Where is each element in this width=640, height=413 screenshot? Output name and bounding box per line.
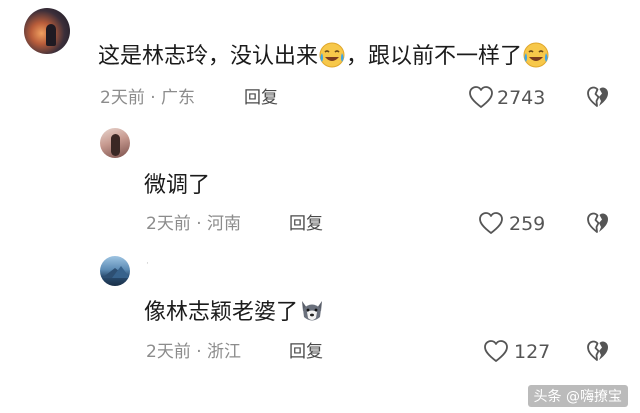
comment-location: 广东 — [161, 88, 196, 108]
reply-text: 像林志颖老婆了 — [144, 297, 326, 327]
tears-of-joy-emoji-icon — [319, 42, 345, 68]
username-mark: · — [146, 259, 149, 269]
heart-outline-icon[interactable] — [468, 85, 494, 109]
meta-separator: · — [196, 214, 202, 234]
broken-heart-icon[interactable] — [586, 211, 610, 235]
reply-time: 2天前 — [146, 342, 191, 362]
reply-text-part: 像林志颖老婆了 — [144, 300, 299, 325]
reply-location: 浙江 — [207, 342, 242, 362]
commenter-avatar[interactable] — [24, 8, 70, 54]
reply-meta: 2天前 · 浙江 — [146, 341, 241, 363]
reply-button[interactable]: 回复 — [289, 341, 323, 363]
watermark-source: 头条 — [533, 389, 562, 405]
broken-heart-icon[interactable] — [586, 339, 610, 363]
like-count: 2743 — [497, 87, 546, 109]
heart-outline-icon[interactable] — [483, 339, 509, 363]
reply-meta: 2天前 · 河南 — [146, 213, 241, 235]
reply-location: 河南 — [207, 214, 242, 234]
broken-heart-icon[interactable] — [586, 85, 610, 109]
watermark-handle: @嗨撩宝 — [566, 389, 622, 405]
replier-avatar[interactable] — [100, 256, 130, 286]
comment-text-part: 这是林志玲，没认出来 — [98, 44, 319, 69]
meta-separator: · — [150, 88, 156, 108]
source-watermark: 头条 @嗨撩宝 — [527, 385, 628, 407]
comment-time: 2天前 — [100, 88, 145, 108]
reply-button[interactable]: 回复 — [289, 213, 323, 235]
reply-button[interactable]: 回复 — [244, 87, 278, 109]
comment-text: 这是林志玲，没认出来 ，跟以前不一样了 — [98, 41, 550, 71]
reply-text: 微调了 — [144, 173, 211, 198]
comment-text-part: ，跟以前不一样了 — [346, 44, 523, 69]
replier-avatar[interactable] — [100, 128, 130, 158]
comment-meta: 2天前 · 广东 — [100, 87, 195, 109]
like-count: 259 — [509, 213, 546, 235]
wolf-face-emoji-icon — [302, 301, 323, 321]
heart-outline-icon[interactable] — [478, 211, 504, 235]
tears-of-joy-emoji-icon — [523, 42, 549, 68]
reply-time: 2天前 — [146, 214, 191, 234]
meta-separator: · — [196, 342, 202, 362]
like-count: 127 — [514, 341, 551, 363]
